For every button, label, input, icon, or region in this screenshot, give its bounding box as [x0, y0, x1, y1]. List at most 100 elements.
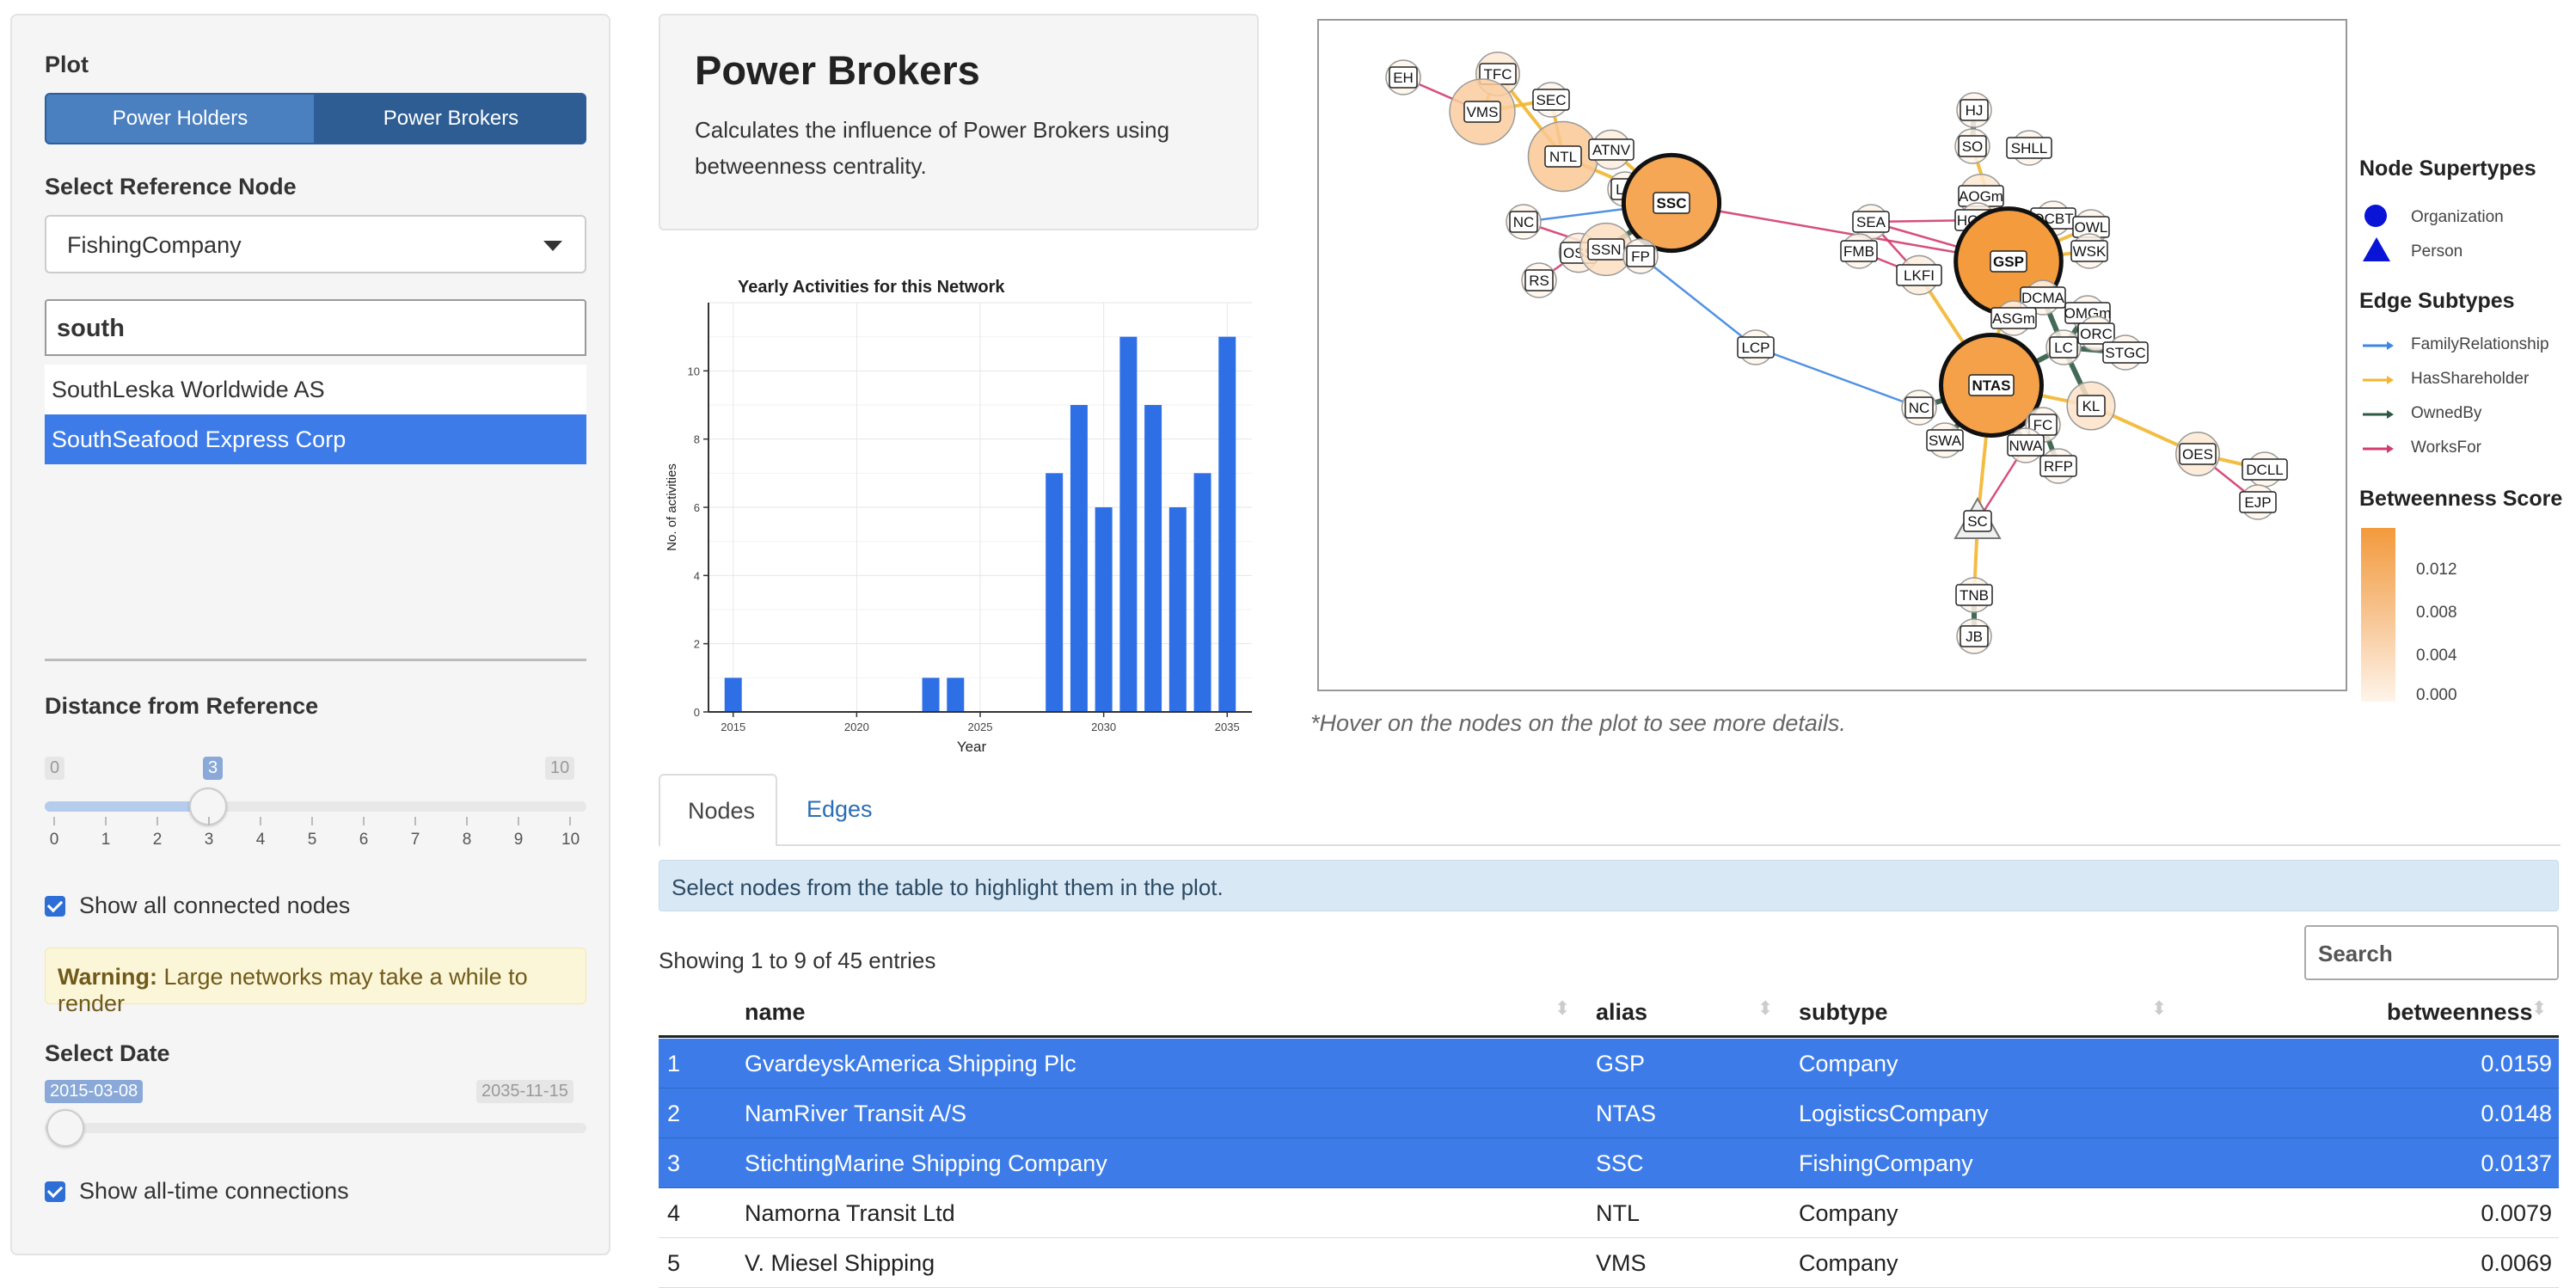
- chart-bar: [1218, 336, 1236, 712]
- table-row[interactable]: 2 NamRiver Transit A/S NTAS LogisticsCompan…: [659, 1089, 2559, 1138]
- edge-legend-label: FamilyRelationship: [2411, 335, 2549, 353]
- network-node-label: NC: [1909, 400, 1930, 416]
- chart-bar: [1095, 507, 1113, 712]
- chart-bar: [1168, 507, 1187, 712]
- show-connected-label: Show all connected nodes: [79, 892, 351, 918]
- option-southleska[interactable]: SouthLeska Worldwide AS: [45, 365, 586, 414]
- row-betweenness: 0.0079: [2481, 1200, 2552, 1226]
- show-alltime-label: Show all-time connections: [79, 1178, 349, 1204]
- table-header-divider: [659, 1035, 2559, 1038]
- show-alltime-checkbox[interactable]: [45, 1181, 65, 1202]
- row-index: 3: [667, 1150, 681, 1176]
- chart-bar: [922, 678, 940, 712]
- sort-subtype-icon[interactable]: ⬍: [2151, 997, 2167, 1020]
- distance-tick-mark: [260, 817, 261, 825]
- chart-y-tick-label: 0: [694, 706, 700, 719]
- row-subtype: LogisticsCompany: [1799, 1101, 1989, 1126]
- row-alias: NTL: [1596, 1200, 1641, 1226]
- distance-tick-label: 10: [561, 831, 580, 849]
- row-subtype: Company: [1799, 1200, 1898, 1226]
- edge-legend-arrow-icon: [2363, 341, 2394, 350]
- tab-nodes[interactable]: Nodes: [659, 774, 777, 846]
- chart-y-label: No. of activities: [665, 463, 679, 551]
- column-header-alias[interactable]: alias: [1596, 999, 1647, 1026]
- chart-y-tick-label: 10: [688, 365, 700, 377]
- network-node-label: EH: [1393, 70, 1414, 86]
- network-graph[interactable]: EHTFCSECVMSNTLATNVLCSSCNCOSSSSNFPRSLCPHJ…: [1317, 19, 2347, 691]
- column-header-name[interactable]: name: [745, 999, 806, 1026]
- row-name: NamRiver Transit A/S: [745, 1101, 967, 1126]
- row-index: 5: [667, 1250, 681, 1276]
- sort-betweenness-icon[interactable]: ⬍: [2531, 997, 2547, 1020]
- network-node-label: SC: [1967, 513, 1988, 530]
- column-header-subtype[interactable]: subtype: [1799, 999, 1888, 1026]
- network-node-label: SHLL: [2011, 140, 2048, 156]
- score-tick-0: 0.012: [2416, 561, 2457, 579]
- node-search-input[interactable]: south: [45, 299, 586, 356]
- distance-tick-label: 2: [152, 831, 163, 849]
- show-connected-checkbox[interactable]: [45, 896, 65, 917]
- organization-legend-icon: [2364, 205, 2387, 227]
- info-banner: Select nodes from the table to highlight…: [659, 860, 2559, 911]
- row-index: 2: [667, 1101, 681, 1126]
- option-southseafood[interactable]: SouthSeafood Express Corp: [45, 414, 586, 464]
- table-row[interactable]: 3 StichtingMarine Shipping Company SSC Fish…: [659, 1138, 2559, 1188]
- score-tick-3-clip: 0.000: [2413, 686, 2481, 702]
- date-slider-track[interactable]: [45, 1123, 586, 1133]
- plot-label: Plot: [45, 52, 89, 77]
- tab-edges[interactable]: Edges: [807, 796, 873, 823]
- score-gradient-bar: [2361, 528, 2395, 702]
- legend-organization: Organization: [2411, 208, 2504, 226]
- network-node-label: SSC: [1657, 195, 1687, 212]
- network-node-label: VMS: [1467, 104, 1499, 120]
- sort-alias-icon[interactable]: ⬍: [1757, 997, 1773, 1020]
- table-row[interactable]: 4 Namorna Transit Ltd NTL Company 0.0079: [659, 1188, 2559, 1238]
- power-brokers-button[interactable]: Power Brokers: [316, 93, 586, 144]
- power-holders-button[interactable]: Power Holders: [45, 93, 316, 144]
- row-index: 4: [667, 1200, 681, 1226]
- table-row[interactable]: 1 GvardeyskAmerica Shipping Plc GSP Company…: [659, 1039, 2559, 1089]
- edge-legend-arrow-head: [2387, 410, 2394, 419]
- row-betweenness: 0.0159: [2481, 1051, 2552, 1076]
- table-search-input[interactable]: Search: [2304, 925, 2559, 980]
- reference-node-select[interactable]: FishingCompany: [45, 215, 586, 273]
- chart-y-tick-label: 8: [694, 433, 700, 446]
- row-alias: SSC: [1596, 1150, 1644, 1176]
- network-node-label: LC: [2054, 340, 2073, 356]
- network-edge: [1640, 255, 1757, 348]
- edge-legend-arrow-icon: [2363, 445, 2394, 453]
- chart-y-tick-label: 6: [694, 501, 700, 514]
- network-node-label: NWA: [2009, 438, 2043, 454]
- date-label: Select Date: [45, 1040, 170, 1066]
- legend-score-title: Betweenness Score: [2359, 487, 2563, 511]
- warning-bold: Warning:: [58, 964, 157, 990]
- network-node-label: SEA: [1856, 214, 1886, 230]
- row-name: V. Miesel Shipping: [745, 1250, 935, 1276]
- network-node-label: KL: [2082, 398, 2101, 414]
- table-row[interactable]: 5 V. Miesel Shipping VMS Company 0.0069: [659, 1238, 2559, 1288]
- distance-tick-label: 3: [204, 831, 214, 849]
- network-node-label: TNB: [1960, 587, 1989, 604]
- chart-x-tick-label: 2025: [968, 721, 993, 733]
- tab-divider: [777, 844, 2561, 846]
- distance-tick-mark: [466, 817, 468, 825]
- column-header-betweenness[interactable]: betweenness: [2387, 999, 2533, 1026]
- network-node-label: SEC: [1536, 92, 1567, 108]
- edge-legend-arrow-icon: [2363, 410, 2394, 419]
- chart-x-label: Year: [957, 739, 987, 755]
- network-node-label: SO: [1962, 138, 1984, 155]
- network-node-label: ASGm: [1992, 310, 2035, 327]
- row-name: Namorna Transit Ltd: [745, 1200, 955, 1226]
- edge-legend-arrow-head: [2387, 445, 2394, 453]
- row-betweenness: 0.0148: [2481, 1101, 2552, 1126]
- reference-node-value: FishingCompany: [67, 232, 242, 258]
- network-node-label: STGC: [2105, 345, 2145, 361]
- date-max: 2035-11-15: [476, 1080, 573, 1103]
- sort-name-icon[interactable]: ⬍: [1555, 997, 1570, 1020]
- chart-x-tick-label: 2035: [1215, 721, 1240, 733]
- network-node-label: SSN: [1592, 242, 1622, 258]
- chart-bar: [947, 678, 965, 712]
- network-node-label: WSK: [2073, 243, 2107, 260]
- date-slider-handle[interactable]: [46, 1109, 84, 1147]
- page-description: Calculates the influence of Power Broker…: [695, 117, 1170, 179]
